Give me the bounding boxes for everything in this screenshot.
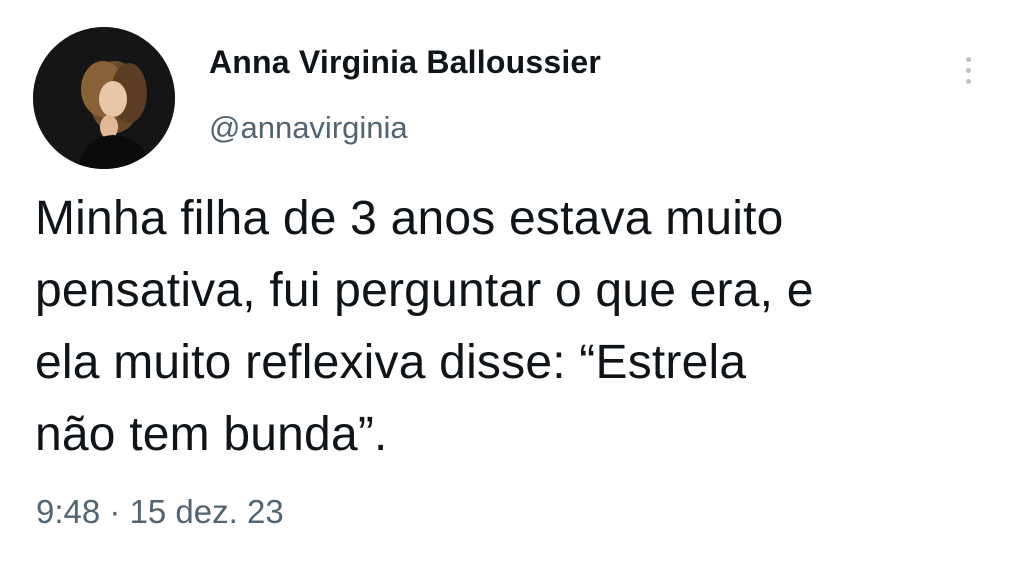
tweet-text-line: não tem bunda”. (35, 408, 388, 461)
tweet-time[interactable]: 9:48 (36, 493, 100, 530)
avatar-photo (33, 27, 175, 169)
author-handle[interactable]: @annavirginia (209, 112, 408, 143)
tweet-card: Anna Virginia Balloussier @annavirginia … (0, 0, 1024, 563)
vertical-ellipsis-icon (965, 56, 971, 84)
author-block: Anna Virginia Balloussier @annavirginia (209, 46, 601, 143)
tweet-date[interactable]: 15 dez. 23 (130, 493, 284, 530)
author-name[interactable]: Anna Virginia Balloussier (209, 46, 601, 78)
author-avatar[interactable] (33, 27, 175, 169)
tweet-text: Minha filha de 3 anos estava muito pensa… (35, 183, 995, 471)
tweet-text-line: Minha filha de 3 anos estava muito (35, 192, 784, 245)
tweet-meta: 9:48 · 15 dez. 23 (36, 495, 284, 528)
more-options-button[interactable] (953, 48, 983, 92)
tweet-text-line: ela muito reflexiva disse: “Estrela (35, 336, 747, 389)
tweet-text-line: pensativa, fui perguntar o que era, e (35, 264, 814, 317)
meta-separator: · (100, 493, 130, 530)
